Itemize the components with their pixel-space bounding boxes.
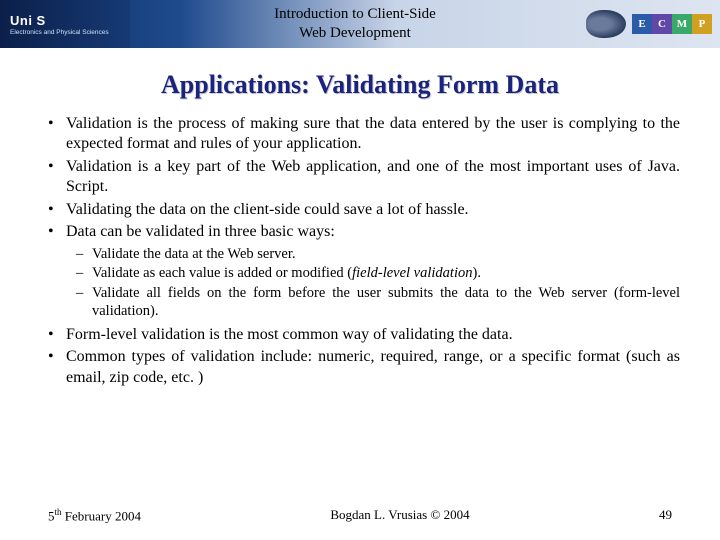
badge-m: M [672, 14, 692, 34]
footer-author: Bogdan L. Vrusias © 2004 [330, 507, 469, 524]
logo-subtitle: Electronics and Physical Sciences [10, 29, 130, 36]
bullet-item: Common types of validation include: nume… [48, 347, 680, 388]
university-logo: Uni S Electronics and Physical Sciences [0, 0, 130, 48]
bullet-item: Validation is the process of making sure… [48, 114, 680, 155]
badge-e: E [632, 14, 652, 34]
bullet-item: Form-level validation is the most common… [48, 325, 680, 345]
badge-c: C [652, 14, 672, 34]
bullet-list-b: Form-level validation is the most common… [48, 325, 680, 388]
slide-title: Applications: Validating Form Data [0, 70, 720, 100]
footer-page-number: 49 [659, 507, 672, 524]
slide-content: Validation is the process of making sure… [0, 114, 720, 388]
badge-row: E C M P [632, 14, 712, 34]
footer-date-rest: February 2004 [62, 508, 141, 523]
logo-title: Uni S [10, 13, 130, 28]
sub-bullet-item: Validate as each value is added or modif… [76, 264, 680, 283]
sub-bullet-item: Validate all fields on the form before t… [76, 284, 680, 321]
bullet-item: Validating the data on the client-side c… [48, 200, 680, 220]
course-title-line2: Web Development [299, 25, 411, 41]
bullet-list-a: Validation is the process of making sure… [48, 114, 680, 243]
course-title-line1: Introduction to Client-Side [274, 6, 436, 22]
bullet-item: Data can be validated in three basic way… [48, 222, 680, 242]
footer-date: 5th February 2004 [48, 507, 141, 524]
bullet-item: Validation is a key part of the Web appl… [48, 157, 680, 198]
slide-header: Uni S Electronics and Physical Sciences … [0, 0, 720, 48]
badge-p: P [692, 14, 712, 34]
fish-icon [586, 10, 626, 38]
header-right: E C M P [550, 0, 720, 48]
sub-bullet-item: Validate the data at the Web server. [76, 245, 680, 264]
slide-footer: 5th February 2004 Bogdan L. Vrusias © 20… [0, 507, 720, 524]
footer-date-ordinal: th [55, 507, 62, 517]
course-title: Introduction to Client-Side Web Developm… [130, 5, 550, 43]
sub-bullet-list: Validate the data at the Web server. Val… [76, 245, 680, 321]
